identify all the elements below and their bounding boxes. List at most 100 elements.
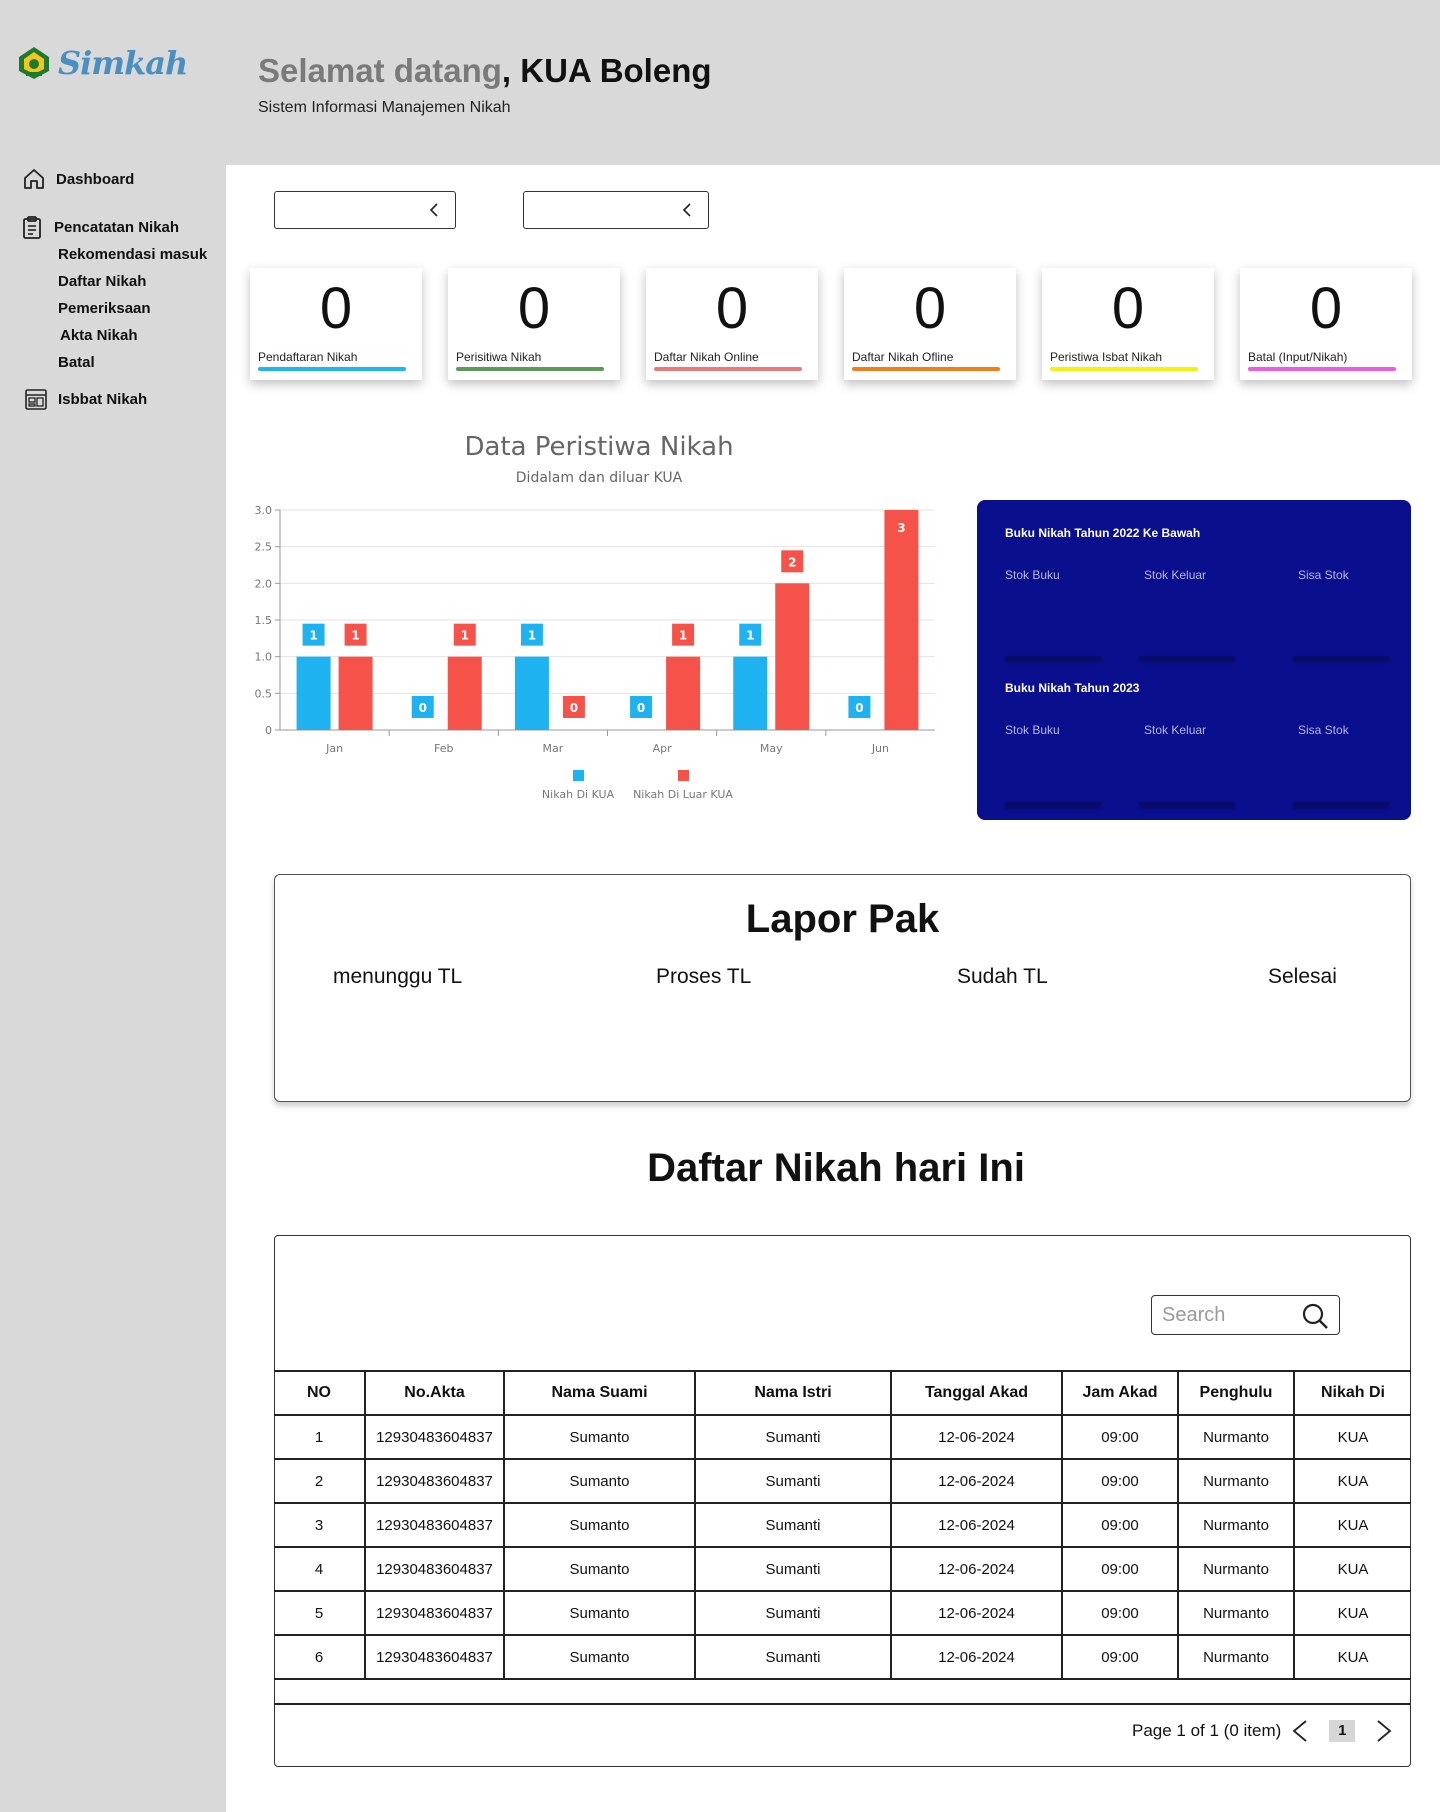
cell-no: 2 xyxy=(274,1459,366,1504)
bar-chart: Data Peristiwa Nikah Didalam dan diluar … xyxy=(255,432,935,801)
col-header-nama-suami[interactable]: Nama Suami xyxy=(504,1370,696,1416)
stock-value-slot xyxy=(1139,802,1235,806)
table-row[interactable]: 1 12930483604837 Sumanto Sumanti 12-06-2024 0… xyxy=(274,1415,1411,1460)
y-tick-label: 0 xyxy=(265,724,272,737)
stat-card-ofline[interactable]: 0 Daftar Nikah Ofline xyxy=(844,268,1016,380)
bar-luar-kua[interactable] xyxy=(666,656,701,730)
table-row[interactable]: 2 12930483604837 Sumanto Sumanti 12-06-2024 0… xyxy=(274,1459,1411,1504)
bar-di-kua[interactable] xyxy=(296,656,331,730)
cell-no-akta: 12930483604837 xyxy=(365,1591,505,1636)
col-header-penghulu[interactable]: Penghulu xyxy=(1178,1370,1295,1416)
sidebar-item-pencatatan[interactable]: Pencatatan Nikah xyxy=(20,215,179,239)
stat-underline xyxy=(1050,367,1198,371)
chevron-left-icon[interactable] xyxy=(1289,1718,1311,1744)
table-row[interactable]: 5 12930483604837 Sumanto Sumanti 12-06-2024 0… xyxy=(274,1591,1411,1636)
lapor-status-selesai[interactable]: Selesai xyxy=(1268,965,1337,989)
stock-value-slot xyxy=(1139,656,1235,660)
stat-card-peristiwa[interactable]: 0 Perisitiwa Nikah xyxy=(448,268,620,380)
table-row[interactable]: 6 12930483604837 Sumanto Sumanti 12-06-2024 0… xyxy=(274,1635,1411,1680)
bar-luar-kua[interactable] xyxy=(447,656,482,730)
data-label: 2 xyxy=(788,555,796,569)
bar-di-kua[interactable] xyxy=(733,656,768,730)
cell-tanggal-akad: 12-06-2024 xyxy=(891,1635,1063,1680)
col-header-no[interactable]: NO xyxy=(274,1370,366,1416)
stat-card-pendaftaran[interactable]: 0 Pendaftaran Nikah xyxy=(250,268,422,380)
data-label: 0 xyxy=(637,701,645,715)
chevron-left-icon xyxy=(429,203,438,217)
bar-luar-kua[interactable] xyxy=(884,510,919,730)
stat-label: Peristiwa Isbat Nikah xyxy=(1050,350,1163,364)
x-tick-label: Feb xyxy=(434,742,453,755)
cell-tanggal-akad: 12-06-2024 xyxy=(891,1415,1063,1460)
stat-underline xyxy=(456,367,604,371)
cell-penghulu: Nurmanto xyxy=(1178,1459,1295,1504)
sidebar-sub-batal[interactable]: Batal xyxy=(58,354,95,371)
col-header-no-akta[interactable]: No.Akta xyxy=(365,1370,505,1416)
bar-luar-kua[interactable] xyxy=(775,583,810,730)
app-logo[interactable]: Simkah xyxy=(16,44,188,82)
cell-nikah-di: KUA xyxy=(1294,1415,1411,1460)
cell-nikah-di: KUA xyxy=(1294,1503,1411,1548)
col-header-nikah-di[interactable]: Nikah Di xyxy=(1294,1370,1411,1416)
stat-label: Perisitiwa Nikah xyxy=(456,350,542,364)
cell-nama-istri: Sumanti xyxy=(695,1459,892,1504)
stat-card-online[interactable]: 0 Daftar Nikah Online xyxy=(646,268,818,380)
cell-no: 3 xyxy=(274,1503,366,1548)
sidebar-item-isbbat[interactable]: Isbbat Nikah xyxy=(24,387,147,411)
stat-value: 0 xyxy=(913,276,947,341)
pager-current-page[interactable]: 1 xyxy=(1329,1720,1356,1742)
cell-nama-istri: Sumanti xyxy=(695,1547,892,1592)
filter-select-2[interactable] xyxy=(523,191,709,229)
cell-nama-istri: Sumanti xyxy=(695,1635,892,1680)
lapor-status-menunggu[interactable]: menunggu TL xyxy=(333,965,462,989)
stat-card-batal[interactable]: 0 Batal (Input/Nikah) xyxy=(1240,268,1412,380)
data-label: 1 xyxy=(351,629,359,643)
cell-nikah-di: KUA xyxy=(1294,1635,1411,1680)
table-row[interactable]: 4 12930483604837 Sumanto Sumanti 12-06-2024 0… xyxy=(274,1547,1411,1592)
kemenag-emblem-icon xyxy=(19,47,49,79)
data-label: 0 xyxy=(419,701,427,715)
stock-value-slot xyxy=(1005,802,1101,806)
sidebar-sub-pemeriksaan[interactable]: Pemeriksaan xyxy=(58,300,151,317)
stat-label: Pendaftaran Nikah xyxy=(258,350,358,364)
data-label: 0 xyxy=(570,701,578,715)
stat-label: Daftar Nikah Ofline xyxy=(852,350,954,364)
data-label: 0 xyxy=(855,701,863,715)
bar-luar-kua[interactable] xyxy=(338,656,373,730)
col-header-jam-akad[interactable]: Jam Akad xyxy=(1062,1370,1179,1416)
sidebar-item-dashboard[interactable]: Dashboard xyxy=(22,167,134,191)
search-input[interactable]: Search xyxy=(1151,1295,1340,1335)
stat-card-isbat[interactable]: 0 Peristiwa Isbat Nikah xyxy=(1042,268,1214,380)
cell-nama-istri: Sumanti xyxy=(695,1503,892,1548)
sidebar-sub-daftar-nikah[interactable]: Daftar Nikah xyxy=(58,273,146,290)
col-header-tanggal-akad[interactable]: Tanggal Akad xyxy=(891,1370,1063,1416)
data-label: 1 xyxy=(746,629,754,643)
filter-select-1[interactable] xyxy=(274,191,456,229)
lapor-status-proses[interactable]: Proses TL xyxy=(656,965,751,989)
data-label: 1 xyxy=(679,629,687,643)
stat-underline xyxy=(852,367,1000,371)
sidebar-sub-rekomendasi[interactable]: Rekomendasi masuk xyxy=(58,246,207,263)
bar-di-kua[interactable] xyxy=(514,656,549,730)
search-icon[interactable] xyxy=(1301,1302,1329,1330)
table-row[interactable]: 3 12930483604837 Sumanto Sumanti 12-06-2024 0… xyxy=(274,1503,1411,1548)
stock-col-keluar: Stok Keluar xyxy=(1144,568,1207,582)
sidebar-sub-akta-nikah[interactable]: Akta Nikah xyxy=(60,327,138,344)
x-tick-label: Jun xyxy=(871,742,889,755)
search-placeholder: Search xyxy=(1162,1304,1226,1326)
cell-nama-suami: Sumanto xyxy=(504,1547,696,1592)
col-header-nama-istri[interactable]: Nama Istri xyxy=(695,1370,892,1416)
chevron-right-icon[interactable] xyxy=(1373,1718,1395,1744)
cell-no-akta: 12930483604837 xyxy=(365,1415,505,1460)
lapor-status-sudah[interactable]: Sudah TL xyxy=(957,965,1048,989)
cell-nama-suami: Sumanto xyxy=(504,1415,696,1460)
y-tick-label: 3.0 xyxy=(255,504,273,517)
clipboard-icon xyxy=(23,216,41,239)
cell-nama-istri: Sumanti xyxy=(695,1591,892,1636)
cell-nikah-di: KUA xyxy=(1294,1547,1411,1592)
y-tick-label: 1.5 xyxy=(255,614,273,627)
chart-subtitle: Didalam dan diluar KUA xyxy=(516,470,683,486)
cell-penghulu: Nurmanto xyxy=(1178,1503,1295,1548)
sidebar-item-label: Isbbat Nikah xyxy=(58,390,148,408)
stock-value-slot xyxy=(1293,802,1389,806)
